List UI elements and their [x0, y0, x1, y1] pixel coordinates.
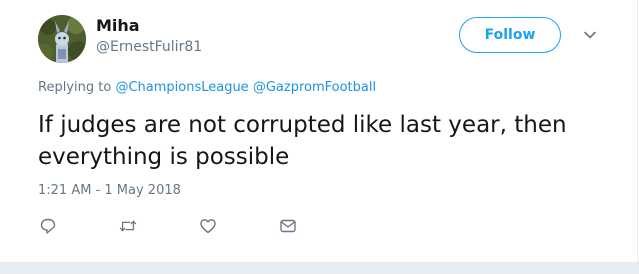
- reply-context: Replying to @ChampionsLeague @GazpromFoo…: [38, 80, 376, 95]
- retweet-icon: [119, 220, 137, 232]
- direct-message-button[interactable]: [278, 216, 298, 236]
- display-name[interactable]: Miha: [96, 16, 140, 35]
- like-icon: [200, 219, 216, 234]
- retweet-button[interactable]: [118, 216, 138, 236]
- mention-link[interactable]: @GazpromFootball: [253, 80, 376, 95]
- avatar[interactable]: [38, 15, 86, 63]
- reply-prefix: Replying to: [38, 80, 112, 95]
- reply-icon: [40, 218, 56, 234]
- tweet-card: Miha @ErnestFulir81 Follow Replying to @…: [0, 0, 638, 262]
- chevron-down-icon[interactable]: [581, 26, 599, 44]
- user-handle[interactable]: @ErnestFulir81: [96, 39, 202, 55]
- direct-message-icon: [280, 219, 296, 233]
- mention-link[interactable]: @ChampionsLeague: [115, 80, 248, 95]
- feed-separator: [0, 262, 639, 274]
- tweet-text: If judges are not corrupted like last ye…: [38, 112, 567, 170]
- tweet-timestamp[interactable]: 1:21 AM - 1 May 2018: [38, 183, 181, 198]
- reply-button[interactable]: [38, 216, 58, 236]
- like-button[interactable]: [198, 216, 218, 236]
- follow-button[interactable]: Follow: [459, 17, 561, 53]
